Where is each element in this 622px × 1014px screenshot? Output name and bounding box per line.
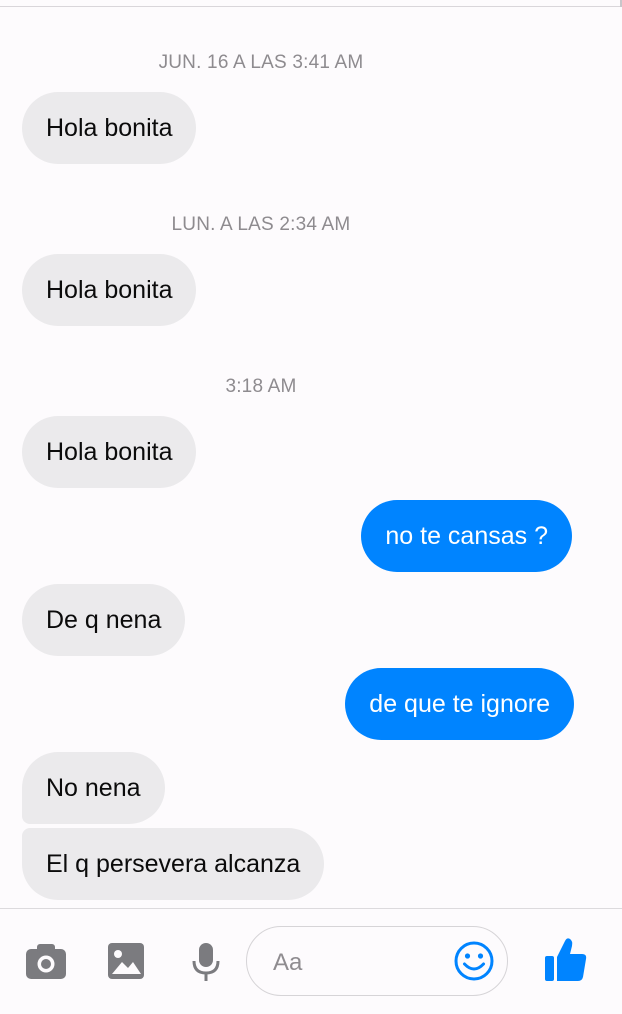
message-bubble-incoming[interactable]: El q persevera alcanza — [22, 828, 325, 900]
thumbs-up-icon[interactable] — [542, 935, 590, 990]
timestamp: 3:18 AM — [225, 376, 297, 397]
image-icon[interactable] — [106, 941, 146, 986]
message-bubble-incoming[interactable]: Hola bonita — [22, 92, 197, 164]
message-bubble-incoming[interactable]: No nena — [22, 752, 165, 824]
header-edge — [0, 0, 622, 7]
message-bubble-incoming[interactable]: Hola bonita — [22, 416, 197, 488]
message-bubble-outgoing[interactable]: no te cansas ? — [361, 500, 572, 572]
message-input[interactable]: Aa — [246, 926, 508, 996]
message-bubble-incoming[interactable]: Hola bonita — [22, 254, 197, 326]
message-bubble-incoming[interactable]: De q nena — [22, 584, 186, 656]
microphone-icon[interactable] — [190, 941, 222, 990]
composer-bar: Aa — [0, 908, 622, 1014]
camera-icon[interactable] — [24, 941, 68, 986]
message-input-placeholder: Aa — [273, 949, 303, 976]
message-bubble-outgoing[interactable]: de que te ignore — [345, 668, 574, 740]
emoji-icon[interactable] — [453, 940, 495, 987]
timestamp: LUN. A LAS 2:34 AM — [171, 214, 351, 235]
timestamp: JUN. 16 A LAS 3:41 AM — [158, 52, 364, 73]
